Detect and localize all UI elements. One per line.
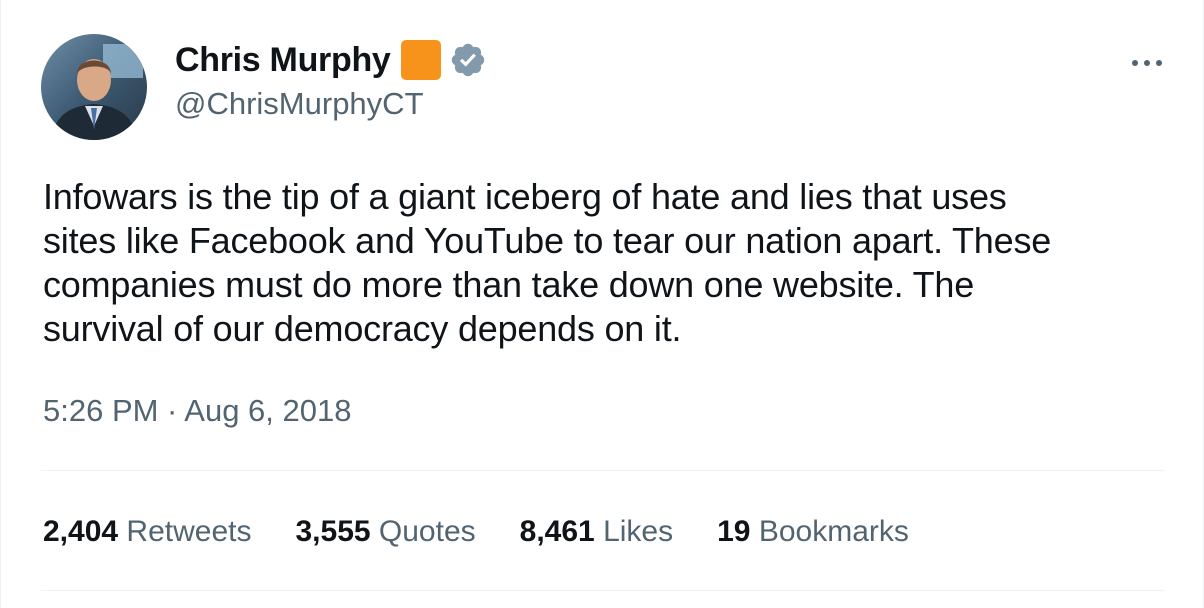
- name-row: Chris Murphy: [175, 40, 487, 80]
- stat-value: 8,461: [519, 515, 595, 548]
- user-handle[interactable]: @ChrisMurphyCT: [175, 86, 487, 122]
- tweet-text-line: sites like Facebook and YouTube to tear …: [43, 220, 1052, 261]
- engagement-stats: 2,404 Retweets 3,555 Quotes 8,461 Likes …: [43, 512, 953, 552]
- tweet-timestamp[interactable]: 5:26 PM · Aug 6, 2018: [43, 391, 352, 431]
- tweet-text-line: Infowars is the tip of a giant iceberg o…: [43, 176, 1007, 217]
- stat-value: 3,555: [295, 515, 371, 548]
- verified-badge-icon[interactable]: [449, 41, 487, 79]
- tweet-text-line: companies must do more than take down on…: [43, 264, 975, 305]
- tweet-header: Chris Murphy @ChrisMurphyCT: [41, 34, 487, 140]
- retweets-stat[interactable]: 2,404 Retweets: [43, 512, 251, 552]
- likes-stat[interactable]: 8,461 Likes: [520, 512, 673, 552]
- stat-label: Retweets: [126, 515, 252, 548]
- stat-label: Bookmarks: [758, 515, 909, 548]
- more-horizontal-icon[interactable]: [1127, 48, 1167, 78]
- divider: [41, 470, 1165, 471]
- stat-label: Quotes: [378, 515, 476, 548]
- affiliation-badge-icon[interactable]: [400, 40, 441, 80]
- avatar[interactable]: [41, 34, 147, 140]
- tweet-text: Infowars is the tip of a giant iceberg o…: [43, 175, 1163, 351]
- user-meta: Chris Murphy @ChrisMurphyCT: [175, 40, 487, 122]
- stat-value: 19: [717, 515, 751, 548]
- divider: [41, 590, 1165, 591]
- bookmarks-stat[interactable]: 19 Bookmarks: [717, 512, 909, 552]
- stat-value: 2,404: [43, 515, 119, 548]
- tweet-card: Chris Murphy @ChrisMurphyCT Infowars is …: [0, 0, 1204, 608]
- quotes-stat[interactable]: 3,555 Quotes: [295, 512, 475, 552]
- tweet-text-line: survival of our democracy depends on it.: [43, 308, 682, 349]
- stat-label: Likes: [603, 515, 674, 548]
- display-name[interactable]: Chris Murphy: [175, 40, 391, 80]
